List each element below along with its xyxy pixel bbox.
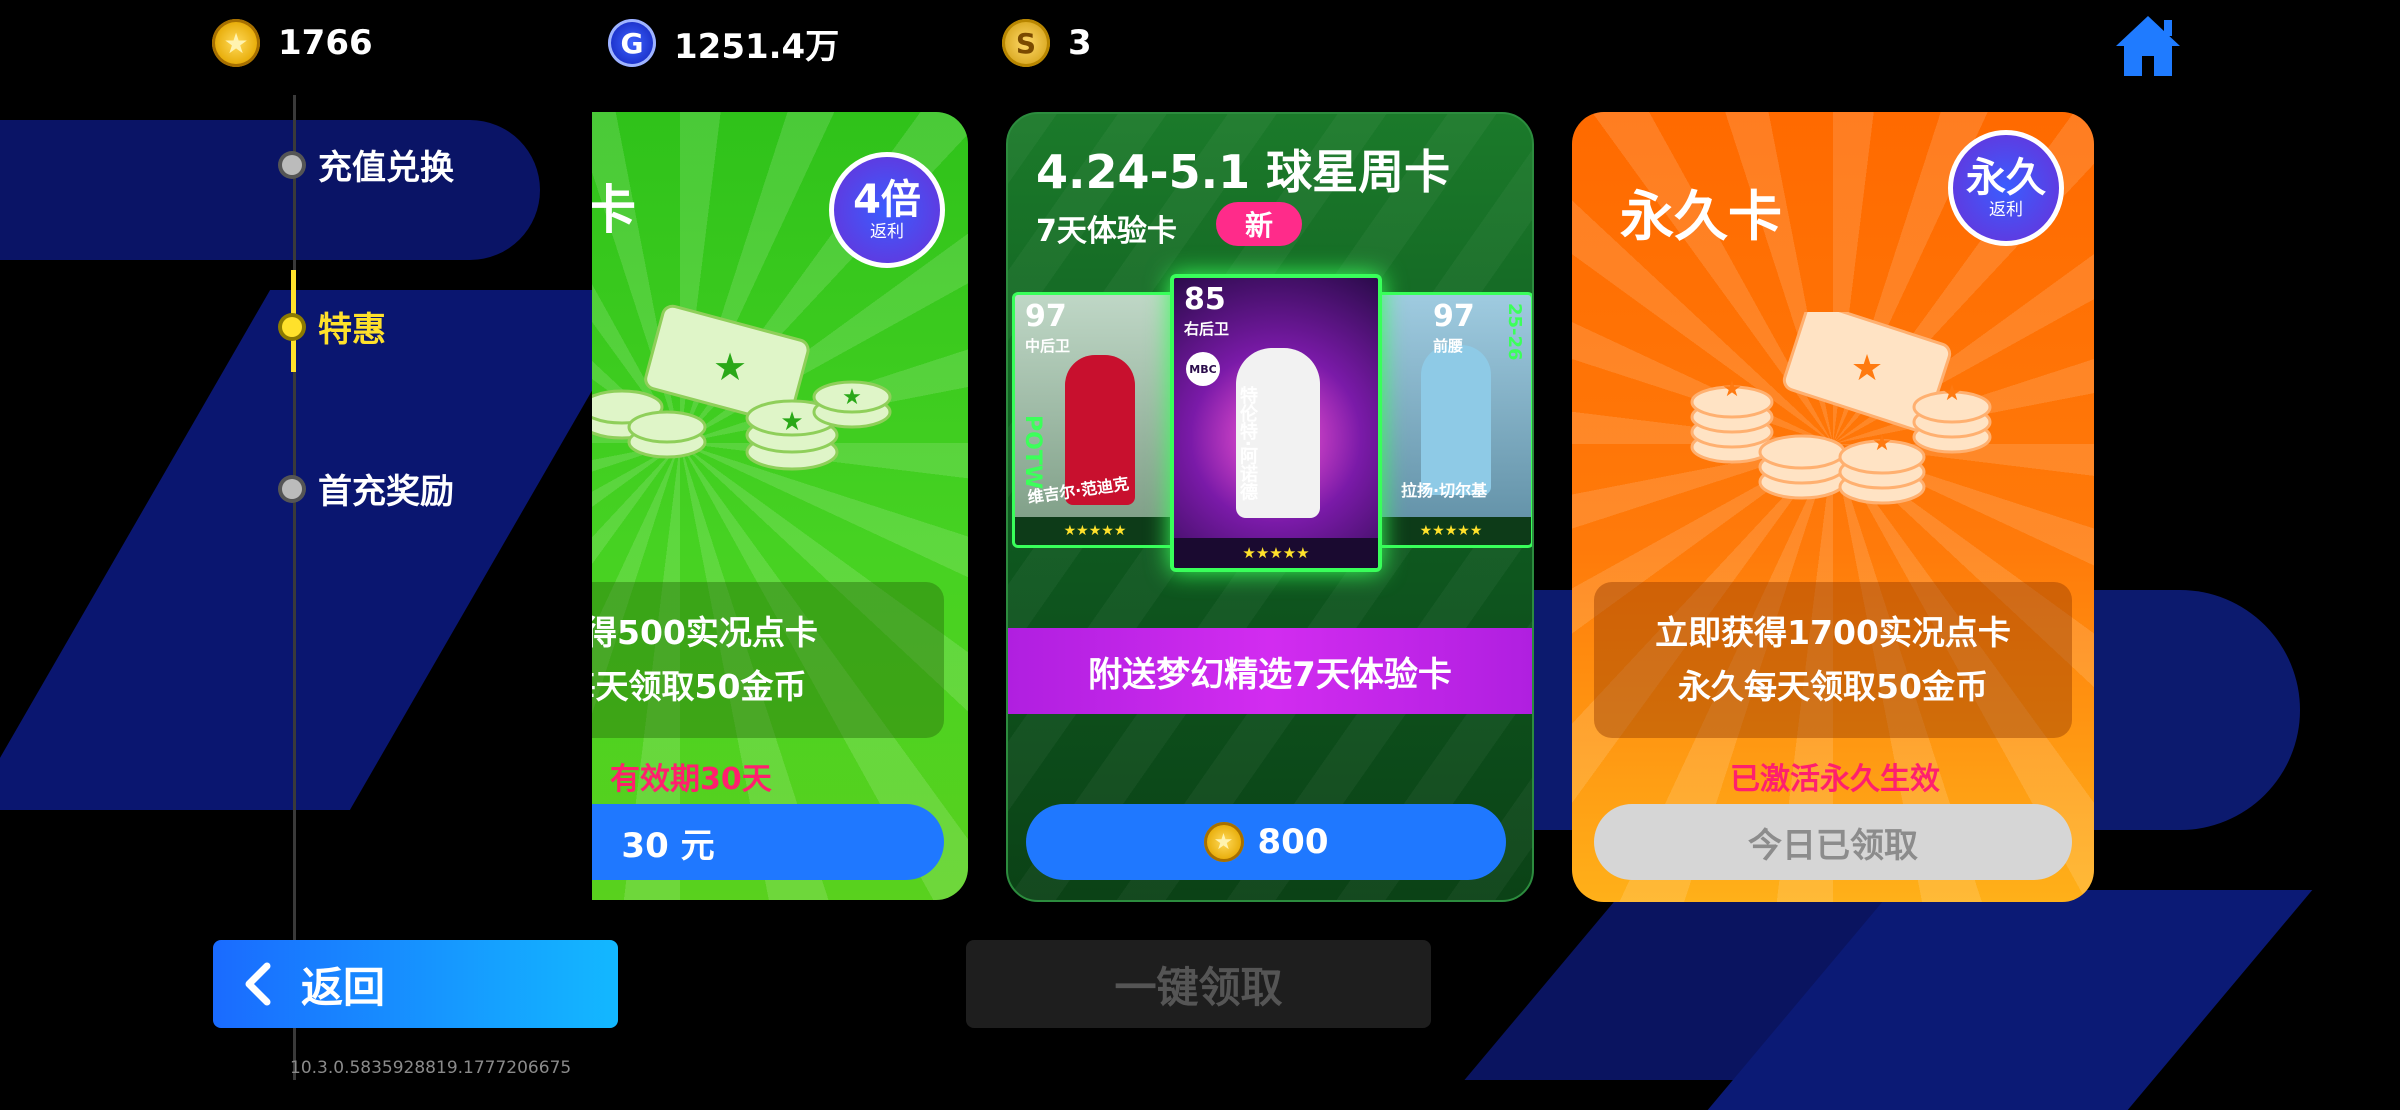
badge-subtext: 返利: [1989, 199, 2023, 220]
player-position: 中后卫: [1025, 337, 1071, 355]
svg-text:★: ★: [842, 385, 862, 410]
g-coin-icon: G: [608, 19, 656, 67]
player-stars: ★★★★★: [1015, 517, 1175, 545]
claimed-today-button: 今日已领取: [1594, 804, 2072, 880]
club-crest-icon: MBC: [1186, 352, 1220, 386]
weekly-star-card[interactable]: 4.24-5.1 球星周卡 7天体验卡 新 POTW 97 中后卫 维吉尔·范迪…: [1006, 112, 1534, 902]
benefit-box: 立即获得1700实况点卡 永久每天领取50金币: [1594, 582, 2072, 738]
bonus-text: 附送梦幻精选7天体验卡: [1088, 654, 1452, 695]
nav-timeline: [293, 95, 296, 1080]
player-name: 特伦特·阿诺德: [1237, 386, 1258, 501]
nav-item-first-recharge[interactable]: 首充奖励: [282, 464, 454, 513]
star-coin-icon: ★: [212, 19, 260, 67]
svg-text:★: ★: [713, 345, 747, 389]
buy-weekly-button[interactable]: ★ 800: [1026, 804, 1506, 880]
player-card: 25-26 97 前腰 拉扬·切尔基 ★★★★★: [1368, 292, 1532, 548]
player-position: 右后卫: [1184, 320, 1230, 338]
nav-dot-icon: [282, 154, 302, 175]
badge-subtext: 返利: [870, 221, 904, 242]
nav-item-recharge[interactable]: 充值兑换: [282, 140, 454, 189]
claim-all-button[interactable]: 一键领取: [966, 940, 1431, 1028]
player-figure: [1421, 345, 1491, 495]
home-icon[interactable]: [2112, 12, 2184, 80]
svg-text:★: ★: [1942, 381, 1962, 406]
card-title: 4.24-5.1 球星周卡: [1036, 145, 1451, 199]
s-coin-icon: S: [1002, 19, 1050, 67]
currency-star-coins: ★ 1766: [212, 18, 373, 68]
player-rating: 97: [1433, 299, 1475, 334]
activation-status: 已激活永久生效: [1730, 762, 1940, 797]
svg-text:★: ★: [1722, 377, 1742, 402]
card-subtitle: 7天体验卡: [1036, 214, 1177, 249]
monthly-card[interactable]: 卡 4倍 返利 ★ ★ ★ 即获得500实况点卡 天每天领取50金币 有效期30…: [592, 112, 968, 900]
card-title: 卡: [592, 181, 637, 241]
back-label: 返回: [301, 962, 386, 1012]
bg-decor-band: [0, 120, 540, 260]
permanent-card[interactable]: 永久卡 永久 返利 ★ ★ ★ ★ 立即获得1700实况点卡 永久每天领取50金…: [1572, 112, 2094, 902]
g-coin-count: 1251.4万: [674, 26, 840, 67]
button-label: 今日已领取: [1748, 825, 1918, 866]
benefit-line: 立即获得1700实况点卡: [1655, 613, 2011, 652]
player-rating: 97: [1025, 299, 1067, 334]
nav-item-label: 特惠: [318, 310, 386, 350]
new-badge: 新: [1216, 202, 1302, 246]
rebate-badge: 永久 返利: [1948, 130, 2064, 246]
version-text: 10.3.0.5835928819.1777206675: [290, 1058, 572, 1078]
player-rating: 85: [1184, 282, 1226, 317]
player-stars: ★★★★★: [1371, 517, 1531, 545]
offer-carousel[interactable]: 卡 4倍 返利 ★ ★ ★ 即获得500实况点卡 天每天领取50金币 有效期30…: [592, 108, 2112, 908]
currency-s-coins: S 3: [1002, 18, 1092, 68]
svg-text:★: ★: [1872, 431, 1892, 456]
nav-item-label: 充值兑换: [318, 148, 454, 188]
player-name: 拉扬·切尔基: [1401, 481, 1488, 500]
player-position: 前腰: [1433, 337, 1464, 355]
player-tag: POTW: [1020, 415, 1045, 490]
card-title: 永久卡: [1620, 185, 1782, 248]
price-label: 800: [1257, 822, 1329, 862]
player-tag: 25-26: [1504, 303, 1525, 361]
card-and-coins-icon: ★ ★ ★: [592, 304, 892, 471]
buy-monthly-button[interactable]: 30 元: [592, 804, 944, 880]
benefit-line: 天每天领取50金币: [592, 667, 807, 706]
card-and-coins-icon: ★ ★ ★ ★: [1690, 312, 1992, 505]
bg-decor-slash: [0, 290, 651, 810]
nav-dot-icon: [282, 478, 302, 499]
nav-item-label: 首充奖励: [318, 472, 454, 512]
star-coin-icon: ★: [1203, 822, 1244, 862]
benefit-box: 即获得500实况点卡 天每天领取50金币: [592, 582, 944, 738]
player-stars: ★★★★★: [1174, 538, 1378, 568]
star-coin-count: 1766: [278, 23, 373, 63]
bonus-ribbon: 附送梦幻精选7天体验卡: [1008, 628, 1532, 714]
svg-text:★: ★: [1851, 348, 1883, 389]
chevron-left-icon: [245, 962, 271, 1006]
benefit-line: 即获得500实况点卡: [592, 613, 818, 652]
currency-g-coins: G 1251.4万: [608, 18, 839, 68]
benefit-line: 永久每天领取50金币: [1678, 667, 1988, 706]
back-button[interactable]: 返回: [213, 940, 618, 1028]
nav-item-special-offer[interactable]: 特惠: [282, 302, 386, 351]
claim-all-label: 一键领取: [1114, 962, 1283, 1012]
badge-text: 4倍: [853, 176, 921, 223]
badge-text: 永久: [1966, 154, 2046, 201]
featured-player-card: 85 右后卫 MBC 特伦特·阿诺德 ★★★★★: [1170, 274, 1382, 572]
s-coin-count: 3: [1068, 23, 1092, 63]
nav-dot-icon: [282, 316, 302, 337]
player-card: POTW 97 中后卫 维吉尔·范迪克 ★★★★★: [1012, 292, 1178, 548]
validity-text: 有效期30天: [610, 762, 772, 797]
price-label: 30 元: [621, 825, 715, 866]
svg-text:★: ★: [780, 407, 803, 437]
rebate-badge: 4倍 返利: [829, 152, 945, 268]
